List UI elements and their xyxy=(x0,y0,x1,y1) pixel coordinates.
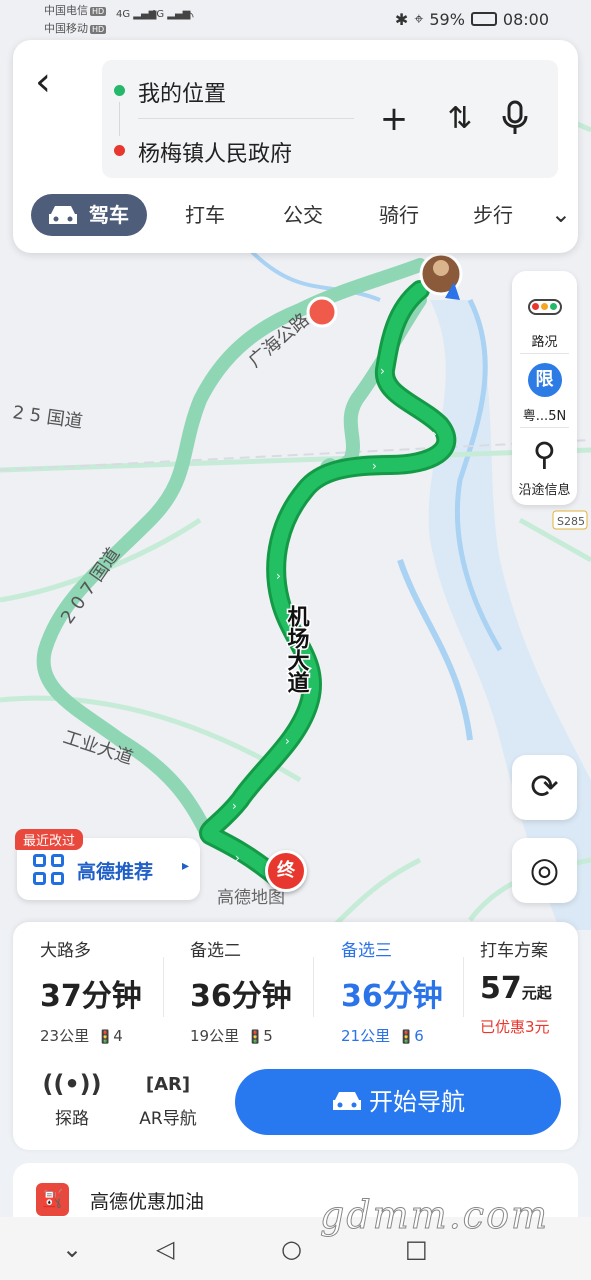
destination-marker[interactable]: 终 xyxy=(265,850,309,894)
locate-me-button[interactable]: ◎ xyxy=(512,838,577,903)
carrier-1: 中国电信 HD xyxy=(44,4,107,17)
fuel-pump-icon: ⛽ xyxy=(36,1183,69,1216)
map-tools: 路况 限 粤...5N ⚲ 沿途信息 xyxy=(512,271,577,505)
limit-badge: 限 xyxy=(527,363,562,397)
svg-text:›: › xyxy=(276,569,281,583)
traffic-lights-icon: 🚦 xyxy=(247,1030,264,1045)
traffic-lights-icon: 🚦 xyxy=(398,1030,415,1045)
travel-modes: 驾车 打车 公交 骑行 步行 ⌄ xyxy=(31,194,571,236)
search-icon: ⚲ xyxy=(532,435,557,473)
car-icon xyxy=(49,206,77,224)
plan-option[interactable]: 大路多 37分钟 23公里 🚦4 xyxy=(40,936,180,1046)
collapse-icon[interactable]: ⌄ xyxy=(62,1235,82,1263)
microphone-icon xyxy=(502,100,528,134)
back-triangle-icon[interactable]: ◁ xyxy=(156,1235,174,1263)
refresh-icon: ⟳ xyxy=(530,767,559,807)
svg-text:›: › xyxy=(432,427,437,441)
broadcast-icon: ((•)) xyxy=(42,1070,102,1098)
tab-drive[interactable]: 驾车 xyxy=(31,194,147,236)
svg-text:›: › xyxy=(372,459,377,473)
tab-transit[interactable]: 公交 xyxy=(283,194,323,236)
battery-percent: 59% xyxy=(429,9,465,29)
road-label-s285: S285 xyxy=(557,515,585,528)
carrier-2: 中国移动 HD xyxy=(44,22,107,35)
poi-marker[interactable] xyxy=(306,296,338,328)
svg-text:›: › xyxy=(285,734,290,748)
traffic-toggle[interactable]: 路况 xyxy=(512,289,577,350)
ar-nav-button[interactable]: [AR] AR导航 xyxy=(133,1070,203,1129)
road-label-airport: 机场大道 xyxy=(284,605,310,693)
along-route-info[interactable]: ⚲ 沿途信息 xyxy=(512,437,577,498)
crosshair-icon: ◎ xyxy=(529,850,560,890)
route-inputs: 我的位置 杨梅镇人民政府 + ⇅ xyxy=(102,60,558,178)
site-watermark: gdmm.com xyxy=(320,1193,549,1238)
swap-route-button[interactable]: ⇅ xyxy=(440,100,480,140)
svg-text:›: › xyxy=(235,851,240,865)
taxi-plan[interactable]: 打车方案 57元起 已优惠3元 xyxy=(480,936,591,1046)
home-circle-icon[interactable]: ○ xyxy=(281,1235,302,1263)
start-navigation-button[interactable]: 开始导航 xyxy=(235,1069,561,1135)
explore-button[interactable]: ((•)) 探路 xyxy=(37,1070,107,1129)
route-plans-sheet: 大路多 37分钟 23公里 🚦4 备选二 36分钟 19公里 🚦5 备选三 36分钟… xyxy=(13,922,578,1150)
refresh-route-button[interactable]: ⟳ xyxy=(512,755,577,820)
destination-field[interactable]: 杨梅镇人民政府 xyxy=(138,136,292,168)
clock: 08:00 xyxy=(502,9,549,29)
chevron-down-icon[interactable]: ⌄ xyxy=(551,200,571,228)
car-icon xyxy=(333,1092,361,1110)
plan-option[interactable]: 备选二 36分钟 19公里 🚦5 xyxy=(190,936,330,1046)
tab-taxi[interactable]: 打车 xyxy=(185,194,225,236)
wifi-icon: ◠ xyxy=(182,9,195,25)
recent-changed-tag: 最近改过 xyxy=(15,829,84,850)
plate-limit[interactable]: 限 粤...5N xyxy=(512,363,577,424)
back-button[interactable]: ‹ xyxy=(35,62,67,104)
origin-field[interactable]: 我的位置 xyxy=(138,76,226,108)
status-bar: 中国电信 HD 中国移动 HD 4G ▂▄▆ 4G ▂▄▆ ◠ ✱ ⌖ 59% 08… xyxy=(0,0,591,40)
grid-icon xyxy=(33,854,65,886)
plan-option-selected[interactable]: 备选三 36分钟 21公里 🚦6 xyxy=(341,936,481,1046)
battery-icon xyxy=(470,12,497,26)
voice-input-button[interactable] xyxy=(495,100,535,140)
tab-walk[interactable]: 步行 xyxy=(473,194,523,236)
recents-square-icon[interactable]: □ xyxy=(405,1235,428,1263)
traffic-light-icon xyxy=(527,299,562,315)
limit-text: 粤...5N xyxy=(522,409,567,424)
ar-icon: [AR] xyxy=(145,1074,191,1095)
origin-dot-icon xyxy=(114,85,125,96)
traffic-lights-icon: 🚦 xyxy=(97,1030,114,1045)
add-waypoint-button[interactable]: + xyxy=(374,100,414,140)
svg-text:›: › xyxy=(380,364,385,378)
tab-bike[interactable]: 骑行 xyxy=(379,194,419,236)
destination-dot-icon xyxy=(114,145,125,156)
bluetooth-icon: ✱ xyxy=(394,9,409,29)
route-card: ‹ 我的位置 杨梅镇人民政府 + ⇅ 驾车 打车 公交 骑行 步行 ⌄ xyxy=(13,40,578,253)
chevron-right-icon: ▸ xyxy=(182,858,190,874)
location-icon: ⌖ xyxy=(414,9,424,28)
svg-text:›: › xyxy=(232,799,237,813)
